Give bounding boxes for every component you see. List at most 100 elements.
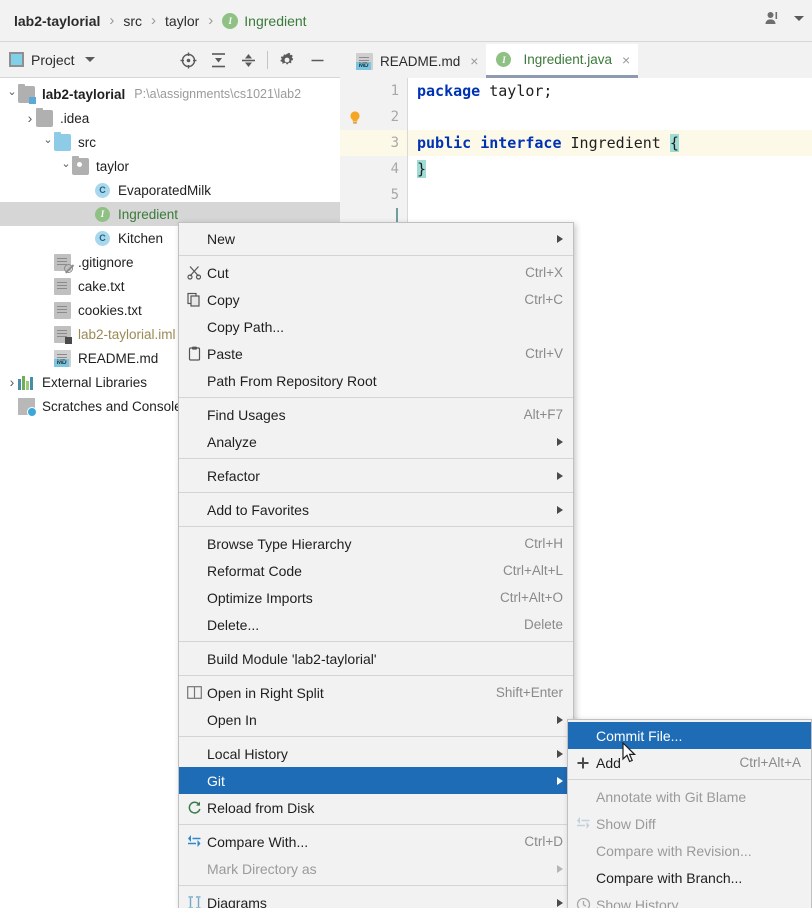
- chevron-right-icon[interactable]: [24, 110, 36, 126]
- chevron-down-icon[interactable]: [6, 88, 18, 101]
- collapse-all-icon[interactable]: [233, 45, 263, 75]
- scratches-icon: [18, 397, 37, 417]
- menu-item-path-from-repository-root[interactable]: Path From Repository Root: [179, 367, 573, 394]
- breadcrumb-item-src[interactable]: src: [123, 13, 142, 29]
- code-line-3: public interface Ingredient {: [408, 130, 812, 156]
- tree-row-idea[interactable]: .idea: [0, 106, 340, 130]
- menu-item-open-in[interactable]: Open In: [179, 706, 573, 733]
- menu-shortcut: Ctrl+Alt+A: [739, 755, 801, 770]
- chevron-down-icon: [794, 15, 804, 21]
- menu-separator: [179, 736, 573, 737]
- menu-separator: [179, 885, 573, 886]
- submenu-arrow-icon: [557, 505, 563, 514]
- close-icon[interactable]: ×: [470, 53, 478, 69]
- menu-label: Add: [596, 754, 621, 771]
- menu-item-paste[interactable]: Paste Ctrl+V: [179, 340, 573, 367]
- submenu-arrow-icon: [557, 749, 563, 758]
- menu-item-diagrams[interactable]: Diagrams: [179, 889, 573, 908]
- text-file-icon: [54, 301, 71, 319]
- chevron-down-icon[interactable]: [60, 160, 72, 173]
- settings-gear-icon[interactable]: [272, 45, 302, 75]
- line-number: 4: [390, 161, 399, 177]
- tree-label: .gitignore: [78, 254, 134, 270]
- submenu-arrow-icon: [557, 864, 563, 873]
- menu-item-open-in-right-split[interactable]: Open in Right Split Shift+Enter: [179, 679, 573, 706]
- line-number: 3: [340, 130, 408, 156]
- menu-label: Refactor: [207, 467, 260, 484]
- keyword-interface: interface: [480, 134, 562, 152]
- menu-item-analyze[interactable]: Analyze: [179, 428, 573, 455]
- tool-window-actions: [173, 42, 332, 78]
- tree-label: lab2-taylorial.iml: [78, 326, 176, 342]
- breadcrumb-item-ingredient[interactable]: Ingredient: [244, 13, 306, 29]
- tree-label: .idea: [60, 110, 90, 126]
- chevron-right-icon[interactable]: [6, 374, 18, 390]
- menu-item-reformat-code[interactable]: Reformat Code Ctrl+Alt+L: [179, 557, 573, 584]
- menu-item-build-module[interactable]: Build Module 'lab2-taylorial': [179, 645, 573, 672]
- menu-label: Find Usages: [207, 406, 286, 423]
- keyword-package: package: [417, 82, 481, 100]
- tool-window-title[interactable]: Project: [31, 52, 75, 68]
- folder-icon: [36, 107, 53, 127]
- tree-label: Scratches and Consoles: [42, 398, 189, 414]
- menu-label: Paste: [207, 345, 243, 362]
- diagram-icon: [185, 894, 203, 908]
- tab-readme-md[interactable]: MD README.md ×: [346, 44, 487, 78]
- tree-row-taylor[interactable]: taylor: [0, 154, 340, 178]
- submenu-item-add[interactable]: Add Ctrl+Alt+A: [568, 749, 811, 776]
- tree-row-src[interactable]: src: [0, 130, 340, 154]
- tree-label: cake.txt: [78, 278, 125, 294]
- menu-item-local-history[interactable]: Local History: [179, 740, 573, 767]
- menu-item-new[interactable]: New: [179, 225, 573, 252]
- tab-ingredient-java[interactable]: I Ingredient.java ×: [486, 44, 639, 78]
- code-line-1: package taylor;: [408, 78, 812, 104]
- markdown-file-icon: MD: [356, 52, 373, 70]
- submenu-item-commit-file[interactable]: Commit File...: [568, 722, 811, 749]
- chevron-down-icon[interactable]: [42, 136, 54, 149]
- close-icon[interactable]: ×: [622, 52, 630, 68]
- expand-all-icon[interactable]: [203, 45, 233, 75]
- breadcrumb-separator: ›: [109, 12, 115, 29]
- breadcrumb-item-project[interactable]: lab2-taylorial: [14, 13, 100, 29]
- hide-tool-window-icon[interactable]: [302, 45, 332, 75]
- lightbulb-icon[interactable]: [348, 110, 362, 127]
- tree-label: Kitchen: [118, 230, 164, 246]
- menu-item-browse-type-hierarchy[interactable]: Browse Type Hierarchy Ctrl+H: [179, 530, 573, 557]
- context-menu[interactable]: New Cut Ctrl+X Copy Ctrl+C Copy Path... …: [178, 222, 574, 908]
- tree-row-lab2-taylorial[interactable]: lab2-taylorial P:\a\assignments\cs1021\l…: [0, 82, 340, 106]
- select-opened-file-icon[interactable]: [173, 45, 203, 75]
- git-submenu[interactable]: Commit File... Add Ctrl+Alt+A Annotate w…: [567, 719, 812, 908]
- chevron-down-icon[interactable]: [84, 57, 95, 62]
- submenu-item-compare-with-branch[interactable]: Compare with Branch...: [568, 864, 811, 891]
- menu-label: Annotate with Git Blame: [596, 788, 747, 805]
- menu-shortcut: Shift+Enter: [495, 685, 563, 700]
- menu-item-optimize-imports[interactable]: Optimize Imports Ctrl+Alt+O: [179, 584, 573, 611]
- menu-label: Copy Path...: [207, 318, 285, 335]
- user-account-menu[interactable]: [764, 10, 804, 26]
- menu-item-compare-with[interactable]: Compare With... Ctrl+D: [179, 828, 573, 855]
- tree-label: cookies.txt: [78, 302, 142, 318]
- menu-label: Diagrams: [207, 894, 267, 908]
- menu-item-reload-from-disk[interactable]: Reload from Disk: [179, 794, 573, 821]
- tree-row-evaporatedmilk[interactable]: C EvaporatedMilk: [0, 178, 340, 202]
- menu-separator: [179, 526, 573, 527]
- tab-label: README.md: [380, 53, 461, 69]
- menu-item-cut[interactable]: Cut Ctrl+X: [179, 259, 573, 286]
- breadcrumb-separator: ›: [208, 12, 214, 29]
- menu-item-copy-path[interactable]: Copy Path...: [179, 313, 573, 340]
- brace-close: }: [417, 160, 427, 178]
- menu-item-refactor[interactable]: Refactor: [179, 462, 573, 489]
- menu-label: Copy: [207, 291, 240, 308]
- history-clock-icon: [574, 896, 592, 908]
- text-file-icon: [54, 277, 71, 295]
- menu-item-delete[interactable]: Delete... Delete: [179, 611, 573, 638]
- menu-item-find-usages[interactable]: Find Usages Alt+F7: [179, 401, 573, 428]
- menu-label: Browse Type Hierarchy: [207, 535, 352, 552]
- menu-item-copy[interactable]: Copy Ctrl+C: [179, 286, 573, 313]
- menu-shortcut: Ctrl+Alt+O: [499, 590, 563, 605]
- menu-item-git[interactable]: Git: [179, 767, 573, 794]
- menu-item-add-to-favorites[interactable]: Add to Favorites: [179, 496, 573, 523]
- source-folder-icon: [54, 131, 71, 151]
- breadcrumb-item-taylor[interactable]: taylor: [165, 13, 199, 29]
- menu-label: Open in Right Split: [207, 684, 324, 701]
